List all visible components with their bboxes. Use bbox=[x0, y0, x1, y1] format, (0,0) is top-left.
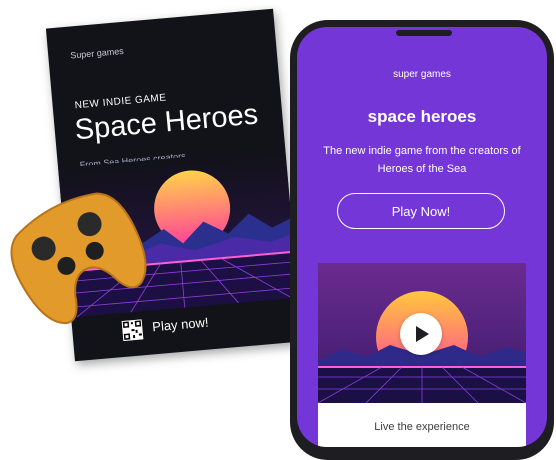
play-now-button[interactable]: Play Now! bbox=[337, 193, 505, 229]
play-icon bbox=[416, 326, 429, 342]
play-video-button[interactable] bbox=[400, 313, 442, 355]
game-title: space heroes bbox=[367, 107, 477, 126]
video-caption: Live the experience bbox=[374, 421, 470, 433]
gamepad-icon bbox=[10, 192, 147, 325]
poster-brand: Super games bbox=[69, 45, 125, 61]
poster-cta: Play now! bbox=[151, 314, 210, 335]
game-description: The new indie game from the creators of … bbox=[323, 145, 521, 175]
phone-speaker bbox=[396, 30, 452, 36]
phone-screen: super games space heroes The new indie g… bbox=[297, 27, 547, 447]
app-brand: super games bbox=[393, 69, 451, 80]
video-card: Live the experience bbox=[318, 263, 526, 447]
